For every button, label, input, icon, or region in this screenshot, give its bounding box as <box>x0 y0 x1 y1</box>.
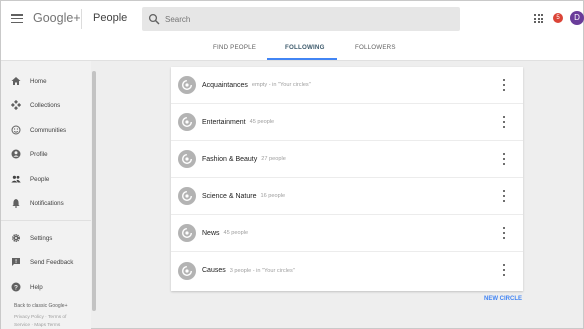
circle-meta: 16 people <box>260 193 286 199</box>
search-bar[interactable] <box>142 7 460 31</box>
feedback-icon <box>12 258 20 266</box>
more-vert-icon[interactable] <box>501 116 507 128</box>
circle-meta: empty - in "Your circles" <box>251 82 311 88</box>
sidebar-item-send-feedback[interactable]: Send Feedback <box>11 255 89 269</box>
bell-icon <box>12 199 20 208</box>
sidebar-item-label: Notifications <box>30 199 64 207</box>
tab-bar: FIND PEOPLE FOLLOWING FOLLOWERS <box>1 37 583 61</box>
page-title: People <box>93 12 128 24</box>
apps-grid-icon[interactable] <box>534 14 543 23</box>
circles-list: Acquaintances empty - in "Your circles" … <box>171 67 523 291</box>
sidebar-item-settings[interactable]: Settings <box>11 231 89 245</box>
sidebar-item-help[interactable]: ? Help <box>11 280 89 294</box>
sidebar-item-label: Send Feedback <box>30 258 74 266</box>
svg-text:?: ? <box>14 284 18 291</box>
sidebar-item-label: Help <box>30 283 43 291</box>
tab-find-people[interactable]: FIND PEOPLE <box>213 44 256 51</box>
sidebar-item-profile[interactable]: Profile <box>11 147 89 161</box>
circle-meta: 45 people <box>223 230 249 236</box>
sidebar: Home Collections Communities Profile Peo… <box>1 61 91 329</box>
tab-followers[interactable]: FOLLOWERS <box>355 44 396 51</box>
more-vert-icon[interactable] <box>501 153 507 165</box>
profile-icon <box>11 149 21 159</box>
circle-name: Science & Nature <box>202 192 257 200</box>
circle-name: Acquaintances <box>202 81 248 89</box>
sidebar-item-label: Home <box>30 77 47 85</box>
tab-following[interactable]: FOLLOWING <box>285 44 325 51</box>
new-circle-button[interactable]: NEW CIRCLE <box>484 296 522 302</box>
sidebar-item-label: Collections <box>30 101 61 109</box>
notification-badge[interactable]: 5 <box>553 13 563 23</box>
circles-icon <box>178 261 196 280</box>
circles-icon <box>178 187 196 205</box>
collections-icon <box>11 100 21 110</box>
help-icon: ? <box>11 282 21 292</box>
sidebar-scrollbar[interactable] <box>92 71 96 311</box>
circle-name: Entertainment <box>202 118 246 126</box>
sidebar-divider <box>1 220 91 221</box>
gear-icon <box>12 234 20 242</box>
circle-row-news[interactable]: News 45 people <box>171 215 523 252</box>
circle-meta: 27 people <box>261 156 286 162</box>
circle-meta: 3 people - in "Your circles" <box>229 267 295 274</box>
sidebar-item-people[interactable]: People <box>11 172 89 186</box>
circle-row-entertainment[interactable]: Entertainment 45 people <box>171 104 523 141</box>
sidebar-item-notifications[interactable]: Notifications <box>11 196 89 210</box>
hamburger-menu-icon[interactable] <box>11 14 23 23</box>
circle-name: News <box>202 229 220 237</box>
more-vert-icon[interactable] <box>501 227 507 239</box>
more-vert-icon[interactable] <box>501 79 507 91</box>
circle-name: Causes <box>202 267 226 274</box>
people-icon <box>11 175 21 183</box>
circles-icon <box>178 224 196 242</box>
circle-row-fashion-beauty[interactable]: Fashion & Beauty 27 people <box>171 141 523 178</box>
circles-icon <box>178 76 196 94</box>
more-vert-icon[interactable] <box>501 190 507 202</box>
search-icon <box>148 13 160 25</box>
more-vert-icon[interactable] <box>501 264 507 276</box>
circle-name: Fashion & Beauty <box>202 155 258 163</box>
back-to-classic-link[interactable]: Back to classic Google+ <box>14 303 68 309</box>
sidebar-item-label: Profile <box>30 150 48 158</box>
header-divider <box>81 9 82 29</box>
sidebar-item-label: People <box>30 175 50 183</box>
circles-icon <box>178 150 196 168</box>
top-bar: Google+ People 5 D <box>1 1 584 37</box>
avatar[interactable]: D <box>570 11 584 25</box>
circle-row-acquaintances[interactable]: Acquaintances empty - in "Your circles" <box>171 67 523 104</box>
sidebar-item-collections[interactable]: Collections <box>11 98 89 112</box>
communities-icon <box>11 125 21 135</box>
sidebar-item-label: Settings <box>30 234 53 242</box>
circle-row-science-nature[interactable]: Science & Nature 16 people <box>171 178 523 215</box>
sidebar-item-communities[interactable]: Communities <box>11 123 89 137</box>
sidebar-item-label: Communities <box>30 126 67 134</box>
active-tab-indicator <box>267 58 337 60</box>
sidebar-item-home[interactable]: Home <box>11 74 89 88</box>
google-plus-logo[interactable]: Google+ <box>33 11 81 25</box>
footer-links[interactable]: Privacy Policy · Terms of Service · Maps… <box>14 314 80 329</box>
home-icon <box>11 77 21 85</box>
circle-meta: 45 people <box>249 119 275 125</box>
circle-row-causes[interactable]: Causes 3 people - in "Your circles" <box>171 252 523 289</box>
search-input[interactable] <box>165 14 445 24</box>
circles-icon <box>178 113 196 131</box>
